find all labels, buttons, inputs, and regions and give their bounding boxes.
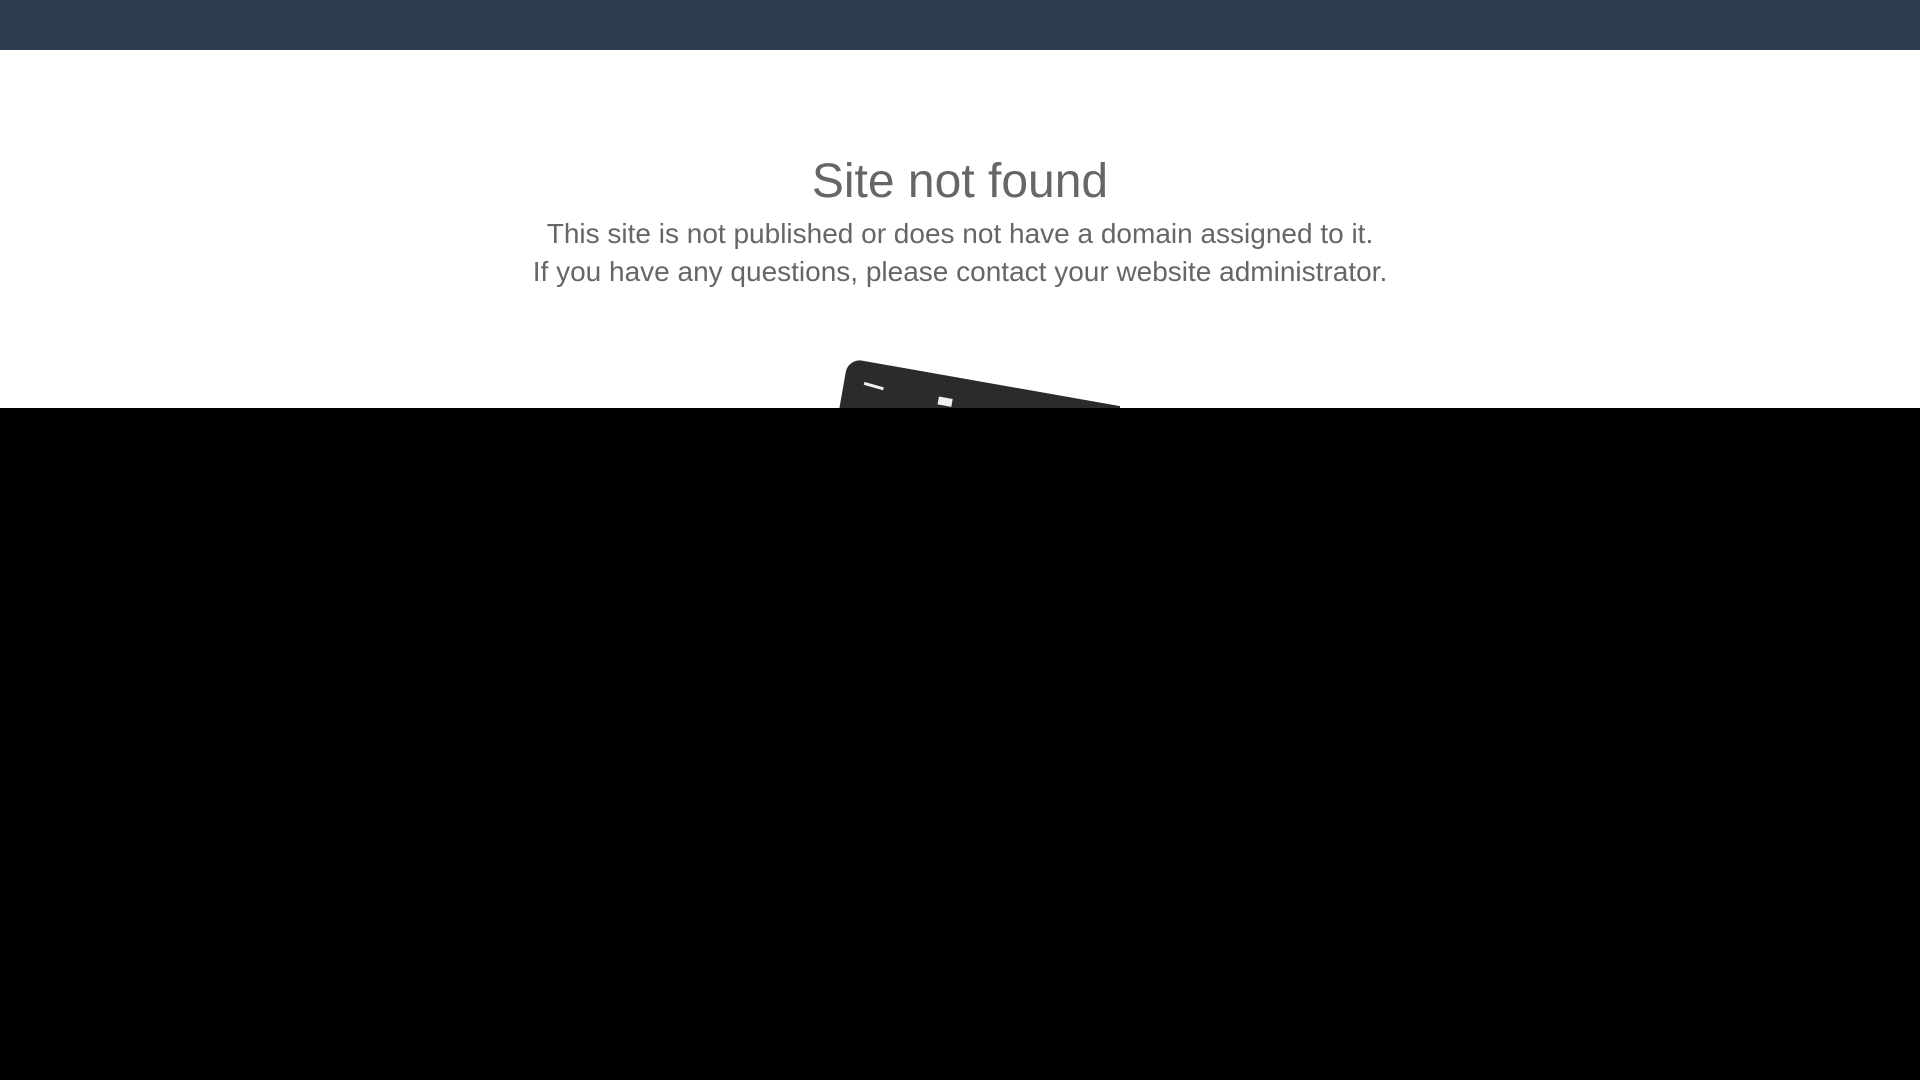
page-title: Site not found xyxy=(811,155,1109,208)
top-header-bar xyxy=(0,0,1920,50)
message-line-1: This site is not published or does not h… xyxy=(546,218,1374,249)
tilted-sign-icon xyxy=(822,360,1120,408)
message-line-2: If you have any questions, please contac… xyxy=(532,256,1388,287)
blacked-out-region xyxy=(0,408,1920,1080)
error-message: This site is not published or does not h… xyxy=(0,215,1920,291)
error-content: Site not found This site is not publishe… xyxy=(0,50,1920,408)
